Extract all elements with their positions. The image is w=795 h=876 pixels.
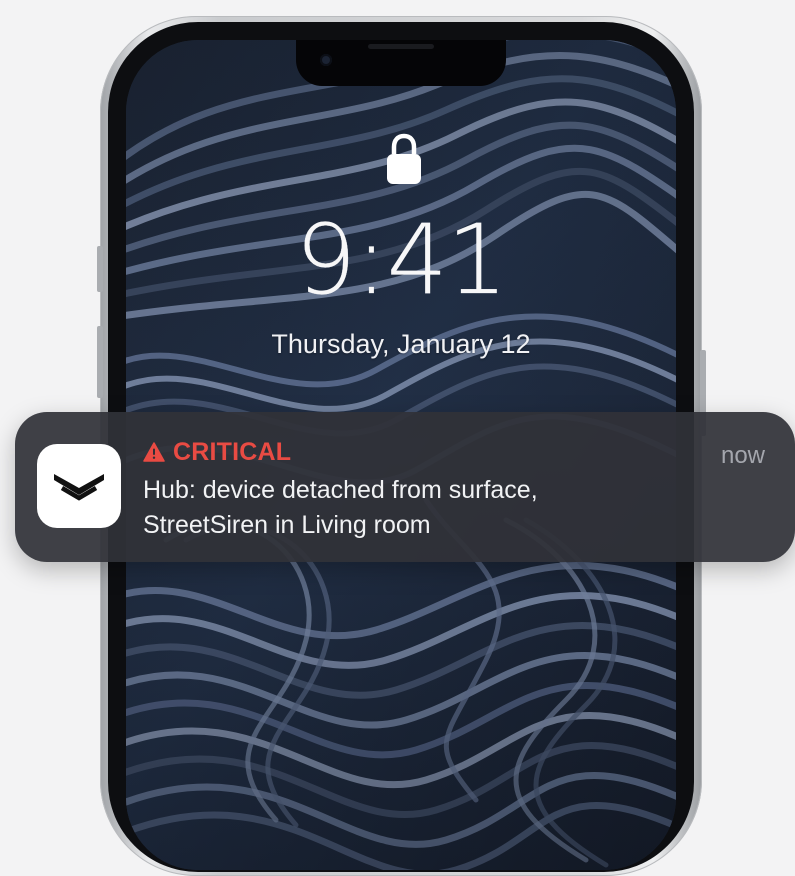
warning-triangle-icon [143, 442, 165, 462]
lock-icon [387, 133, 421, 184]
critical-notification[interactable]: CRITICAL now Hub: device detached from s… [15, 412, 795, 562]
front-camera [320, 54, 332, 66]
critical-label: CRITICAL [173, 437, 292, 466]
camera-notch [296, 40, 506, 86]
side-button-left-bottom [97, 326, 103, 398]
earpiece-speaker [368, 44, 434, 49]
notification-message: Hub: device detached from surface, Stree… [143, 473, 713, 543]
lock-screen-time: 9:41 [295, 204, 508, 316]
app-logo-icon [37, 444, 121, 528]
lock-screen-date: Thursday, January 12 [271, 329, 531, 359]
notification-header: CRITICAL [143, 436, 291, 468]
notification-message-line-2: StreetSiren in Living room [143, 511, 431, 539]
notification-message-line-1: Hub: device detached from surface, [143, 476, 538, 504]
notification-timestamp: now [720, 442, 765, 469]
side-button-left-top [97, 246, 103, 292]
